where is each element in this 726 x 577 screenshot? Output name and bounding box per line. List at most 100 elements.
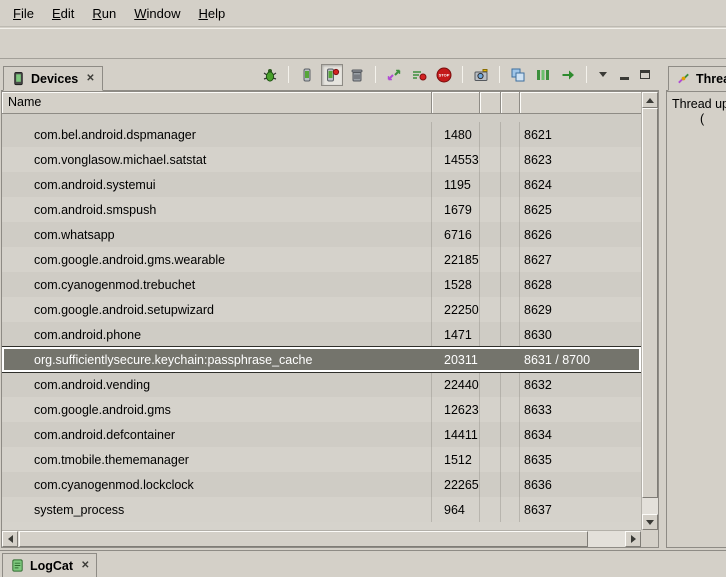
table-row[interactable]: com.vonglasow.michael.satstat 14553 8623 xyxy=(2,147,641,172)
scroll-up-button[interactable] xyxy=(642,92,658,108)
arrow-left-icon xyxy=(8,535,13,543)
cell-blank-2 xyxy=(501,347,520,372)
table-row[interactable]: com.bel.android.dspmanager 1480 8621 xyxy=(2,122,641,147)
cell-blank-2 xyxy=(501,322,520,347)
cell-blank-1 xyxy=(480,397,501,422)
cell-pid: 14553 xyxy=(432,147,480,172)
cell-blank-2 xyxy=(501,422,520,447)
vertical-scroll-thumb[interactable] xyxy=(642,108,658,498)
horizontal-scroll-thumb[interactable] xyxy=(19,531,588,547)
update-threads-button[interactable] xyxy=(383,64,405,86)
logcat-icon xyxy=(10,558,25,573)
cell-blank-2 xyxy=(501,147,520,172)
column-header-pid[interactable] xyxy=(432,92,480,114)
table-row[interactable]: com.android.vending 22440 8632 xyxy=(2,372,641,397)
table-row[interactable]: com.google.android.setupwizard 22250 862… xyxy=(2,297,641,322)
menu-file[interactable]: File xyxy=(4,2,43,25)
opengl-trace-button[interactable] xyxy=(557,64,579,86)
view-hierarchy-button[interactable] xyxy=(507,64,529,86)
vertical-scrollbar[interactable] xyxy=(641,92,658,530)
cell-port: 8631 / 8700 xyxy=(520,347,641,372)
table-row[interactable]: org.sufficientlysecure.keychain:passphra… xyxy=(2,347,641,372)
table-row[interactable]: com.cyanogenmod.trebuchet 1528 8628 xyxy=(2,272,641,297)
table-row[interactable]: system_process 964 8637 xyxy=(2,497,641,522)
tab-logcat[interactable]: LogCat ✕ xyxy=(2,553,97,577)
view-hierarchy-icon xyxy=(510,67,526,83)
cell-name: com.android.vending xyxy=(2,372,432,397)
table-row[interactable]: com.whatsapp 6716 8626 xyxy=(2,222,641,247)
view-menu-button[interactable] xyxy=(594,66,612,84)
table-row[interactable]: com.android.phone 1471 8630 xyxy=(2,322,641,347)
cell-blank-1 xyxy=(480,472,501,497)
column-header-port[interactable] xyxy=(520,92,641,114)
table-row[interactable]: com.cyanogenmod.lockclock 22265 8636 xyxy=(2,472,641,497)
menu-help[interactable]: Help xyxy=(189,2,234,25)
menu-edit[interactable]: Edit xyxy=(43,2,83,25)
table-row[interactable]: com.google.android.gms.wearable 22185 86… xyxy=(2,247,641,272)
table-row[interactable]: com.tmobile.thememanager 1512 8635 xyxy=(2,447,641,472)
cell-blank-1 xyxy=(480,147,501,172)
scroll-left-button[interactable] xyxy=(2,531,18,547)
table-row[interactable]: com.android.defcontainer 14411 8634 xyxy=(2,422,641,447)
cell-name: com.google.android.gms xyxy=(2,397,432,422)
close-icon[interactable]: ✕ xyxy=(86,73,94,84)
update-heap-button[interactable] xyxy=(296,64,318,86)
tab-devices-label: Devices xyxy=(31,72,78,86)
tab-threads[interactable]: Threa xyxy=(668,66,726,91)
screen-capture-button[interactable] xyxy=(470,64,492,86)
device-table-body: com.bel.android.dspmanager 1480 8621 com… xyxy=(2,114,641,522)
column-header-name[interactable]: Name xyxy=(2,92,432,114)
debug-process-button[interactable] xyxy=(259,64,281,86)
cell-name: org.sufficientlysecure.keychain:passphra… xyxy=(2,347,432,372)
tab-devices[interactable]: Devices ✕ xyxy=(3,66,103,91)
threads-tab-row: Threa xyxy=(666,62,726,91)
method-profiling-icon xyxy=(411,67,427,83)
systrace-button[interactable] xyxy=(532,64,554,86)
cell-pid: 20311 xyxy=(432,347,480,372)
cell-blank-1 xyxy=(480,247,501,272)
cell-pid: 14411 xyxy=(432,422,480,447)
main-toolbar xyxy=(0,28,726,59)
tab-logcat-label: LogCat xyxy=(30,559,73,573)
table-row[interactable]: com.android.systemui 1195 8624 xyxy=(2,172,641,197)
close-icon[interactable]: ✕ xyxy=(81,560,89,571)
scroll-down-button[interactable] xyxy=(642,514,658,530)
method-profiling-button[interactable] xyxy=(408,64,430,86)
cause-gc-button[interactable] xyxy=(346,64,368,86)
table-row-partial xyxy=(2,114,641,122)
cell-name: com.android.smspush xyxy=(2,197,432,222)
cell-blank-1 xyxy=(480,272,501,297)
toolbar-separator xyxy=(462,66,463,83)
cell-name: com.android.systemui xyxy=(2,172,432,197)
cell-pid: 22265 xyxy=(432,472,480,497)
horizontal-scrollbar[interactable] xyxy=(2,530,641,547)
cell-pid: 1528 xyxy=(432,272,480,297)
threads-message: Thread up ( xyxy=(666,91,726,548)
stop-process-button[interactable]: STOP xyxy=(433,64,455,86)
toolbar-separator xyxy=(586,66,587,83)
cell-port: 8626 xyxy=(520,222,641,247)
menu-run[interactable]: Run xyxy=(83,2,125,25)
column-header-2[interactable] xyxy=(480,92,501,114)
maximize-button[interactable] xyxy=(636,66,654,84)
device-table: Name com.bel.android.dspmanager 1480 862… xyxy=(1,91,659,548)
trash-icon xyxy=(349,67,365,83)
cell-pid: 12623 xyxy=(432,397,480,422)
dump-hprof-button[interactable] xyxy=(321,64,343,86)
table-row[interactable]: com.android.smspush 1679 8625 xyxy=(2,197,641,222)
cell-port: 8625 xyxy=(520,197,641,222)
cell-name: com.android.phone xyxy=(2,322,432,347)
cell-name: com.vonglasow.michael.satstat xyxy=(2,147,432,172)
column-header-3[interactable] xyxy=(501,92,520,114)
devices-tab-row: Devices ✕ xyxy=(1,62,659,91)
scroll-right-button[interactable] xyxy=(625,531,641,547)
threads-icon xyxy=(676,71,691,86)
cell-blank-1 xyxy=(480,222,501,247)
dump-hprof-icon xyxy=(324,67,340,83)
table-row[interactable]: com.google.android.gms 12623 8633 xyxy=(2,397,641,422)
cell-blank-1 xyxy=(480,297,501,322)
cell-pid: 1471 xyxy=(432,322,480,347)
panel-sash[interactable] xyxy=(659,62,666,548)
minimize-button[interactable] xyxy=(615,66,633,84)
menu-window[interactable]: Window xyxy=(125,2,189,25)
